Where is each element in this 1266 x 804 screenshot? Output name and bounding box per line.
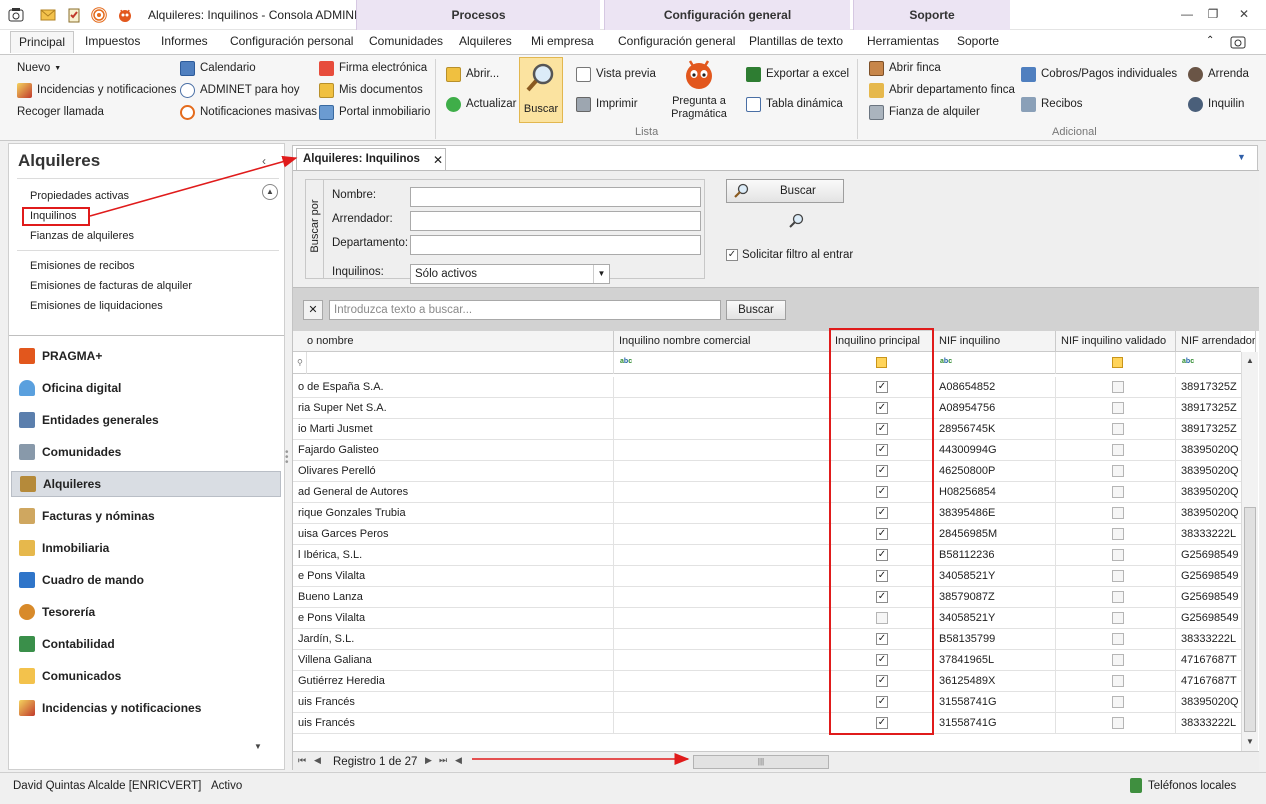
- annotation-arrows: [89, 155, 690, 765]
- annotation-arrow: [89, 155, 298, 217]
